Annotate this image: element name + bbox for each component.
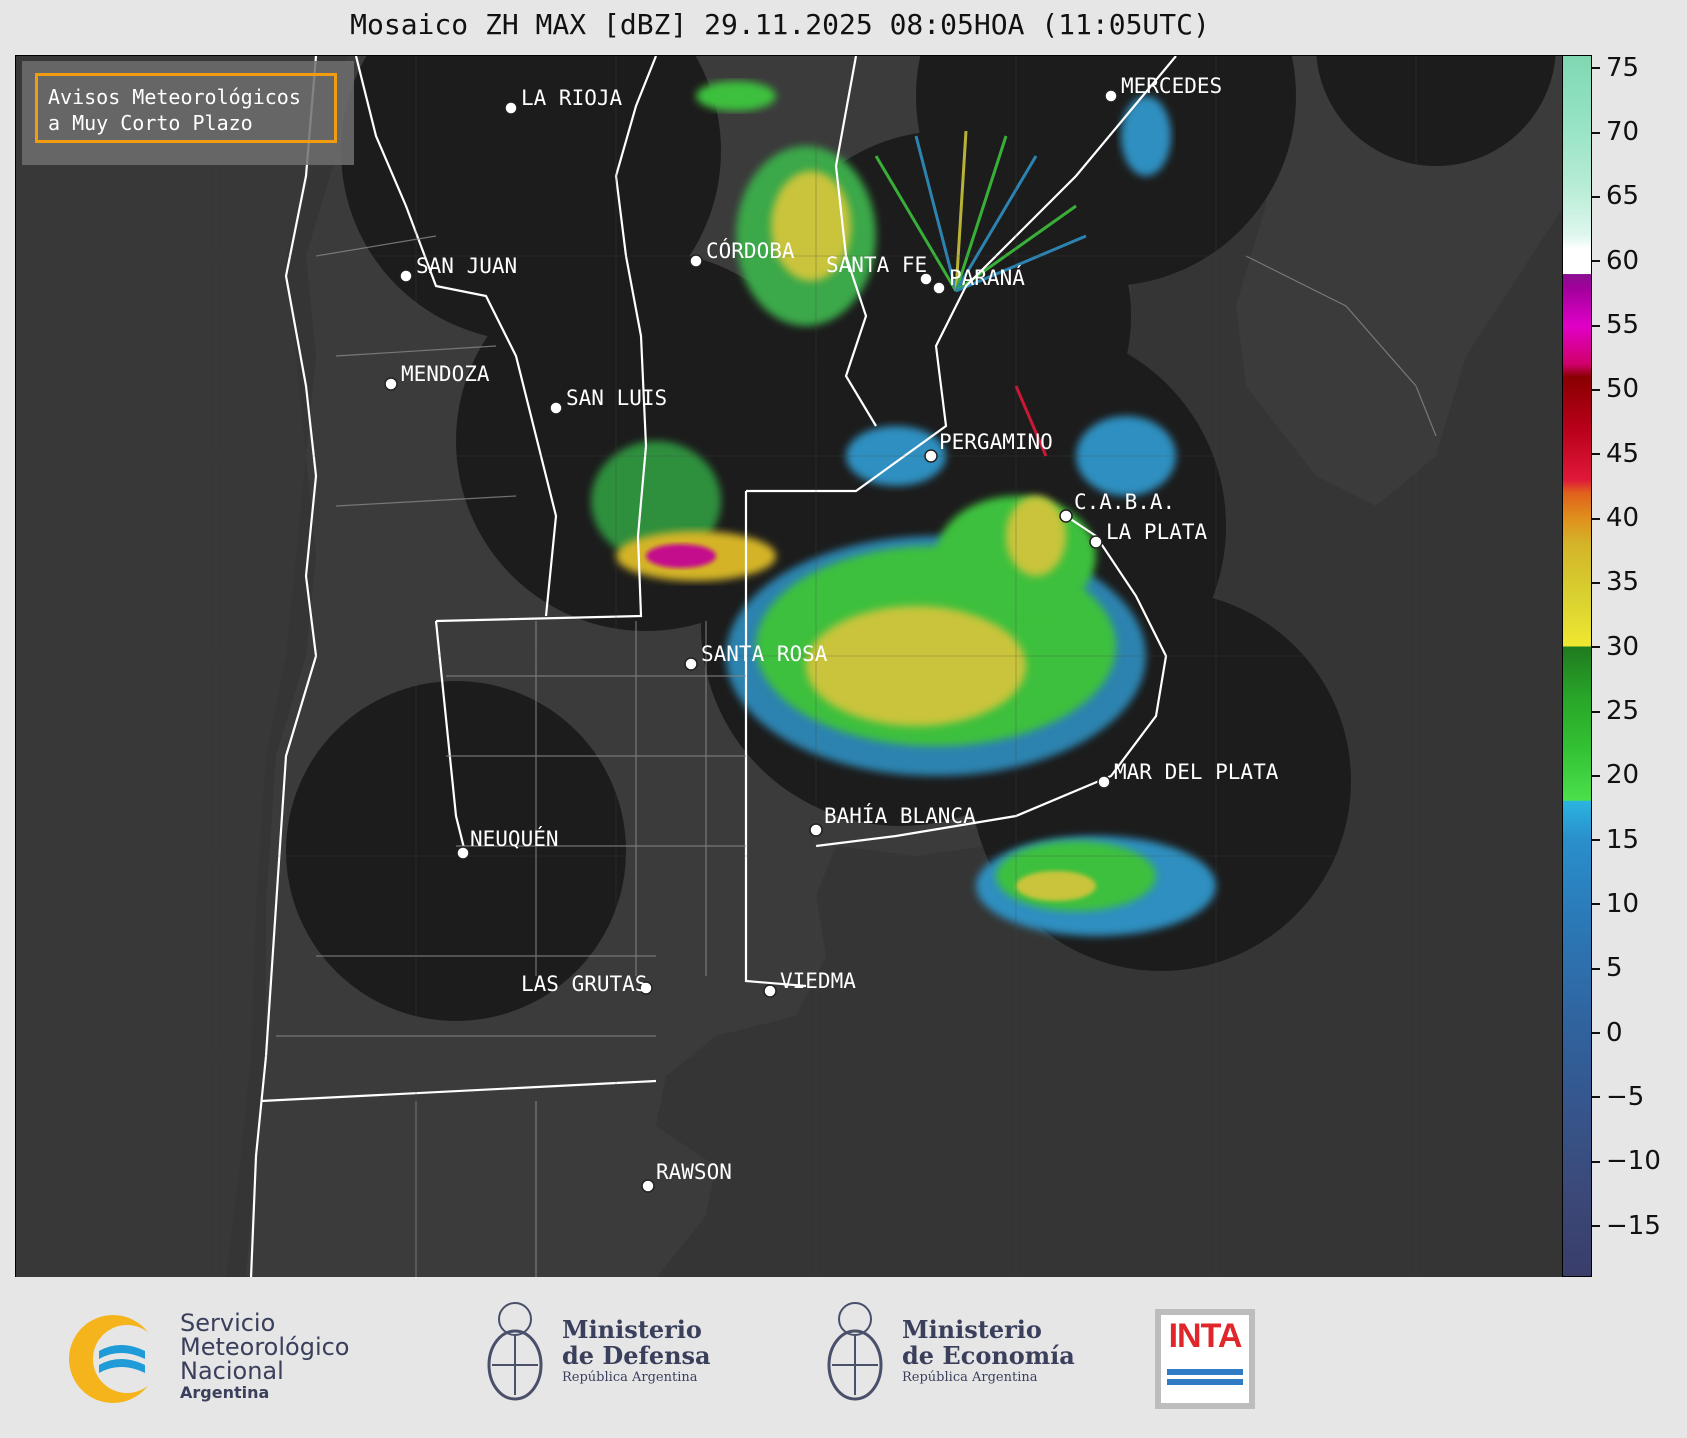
city-label: LA PLATA	[1106, 520, 1208, 544]
smn-logo[interactable]: Servicio Meteorológico Nacional Argentin…	[65, 1307, 385, 1407]
city-marker[interactable]	[763, 984, 777, 998]
city-label: VIEDMA	[780, 969, 856, 993]
map-title: Mosaico ZH MAX [dBZ] 29.11.2025 08:05HOA…	[350, 8, 1210, 41]
city-label: MERCEDES	[1121, 74, 1222, 98]
city-label: SAN JUAN	[416, 254, 517, 278]
city-marker[interactable]	[924, 449, 938, 463]
warnings-line-2: a Muy Corto Plazo	[48, 111, 253, 135]
city-label: CÓRDOBA	[706, 238, 795, 263]
city-marker[interactable]	[932, 281, 946, 295]
city-label: BAHÍA BLANCA	[824, 803, 976, 828]
colorbar-tick-label: 5	[1592, 953, 1623, 983]
warnings-line-1: Avisos Meteorológicos	[48, 85, 301, 109]
city-label: LA RIOJA	[521, 86, 623, 110]
city-label: RAWSON	[656, 1160, 732, 1184]
city-label: NEUQUÉN	[470, 826, 559, 851]
city-label: MAR DEL PLATA	[1114, 760, 1279, 784]
colorbar-tick-label: 55	[1592, 310, 1639, 340]
coat-of-arms-icon	[487, 1302, 543, 1401]
colorbar-tick-label: 10	[1592, 889, 1639, 919]
warnings-box[interactable]: Avisos Meteorológicos a Muy Corto Plazo	[22, 61, 354, 165]
city-label: LAS GRUTAS	[521, 972, 647, 996]
city-marker[interactable]	[549, 401, 563, 415]
colorbar-tick-label: 65	[1592, 181, 1639, 211]
colorbar-tick-label: 25	[1592, 696, 1639, 726]
city-label: SANTA ROSA	[701, 642, 828, 666]
city-marker[interactable]	[456, 846, 470, 860]
colorbar-tick-label: −10	[1592, 1146, 1661, 1176]
city-label: PERGAMINO	[939, 430, 1053, 454]
defensa-line-1: Ministerio	[562, 1315, 702, 1344]
colorbar-tick-label: 75	[1592, 53, 1639, 83]
city-marker[interactable]	[689, 254, 703, 268]
coat-of-arms-icon	[827, 1302, 883, 1401]
colorbar-tick-label: 70	[1592, 117, 1639, 147]
colorbar-tick-label: 15	[1592, 825, 1639, 855]
defensa-logo[interactable]: Ministerio de Defensa República Argentin…	[480, 1295, 740, 1415]
city-label: SAN LUIS	[566, 386, 667, 410]
colorbar-tick-label: 30	[1592, 632, 1639, 662]
city-marker[interactable]	[504, 101, 518, 115]
colorbar-tick-label: 40	[1592, 503, 1639, 533]
colorbar-tick-label: 20	[1592, 760, 1639, 790]
colorbar-tick-label: 45	[1592, 439, 1639, 469]
city-marker[interactable]	[1059, 509, 1073, 523]
city-marker[interactable]	[1097, 775, 1111, 789]
city-marker[interactable]	[399, 269, 413, 283]
colorbar-tick-label: 60	[1592, 246, 1639, 276]
footer-logos: Servicio Meteorológico Nacional Argentin…	[0, 1277, 1687, 1438]
city-marker[interactable]	[384, 377, 398, 391]
smn-line-2: Meteorológico	[180, 1333, 350, 1361]
city-marker[interactable]	[809, 823, 823, 837]
smn-line-1: Servicio	[180, 1309, 276, 1337]
smn-line-3: Nacional	[180, 1357, 284, 1385]
city-label: PARANÁ	[949, 265, 1025, 290]
radar-map[interactable]: LA RIOJA MERCEDES CÓRDOBA SAN JUAN SANTA FE P…	[15, 55, 1565, 1279]
city-label: MENDOZA	[401, 362, 490, 386]
colorbar-tick-label: 35	[1592, 567, 1639, 597]
city-marker[interactable]	[641, 1179, 655, 1193]
colorbar	[1562, 55, 1592, 1277]
colorbar-tick-label: −15	[1592, 1211, 1661, 1241]
colorbar-tick-label: 50	[1592, 374, 1639, 404]
smn-line-4: Argentina	[180, 1383, 270, 1402]
colorbar-ticks: 75 70 65 60 55 50 45 40 35 30 25 20 15 10 5 0 −5 −10 −15	[1592, 53, 1687, 1277]
city-marker[interactable]	[684, 657, 698, 671]
smn-emblem-icon	[69, 1315, 161, 1403]
city-marker[interactable]	[1089, 535, 1103, 549]
radar-map-canvas: LA RIOJA MERCEDES CÓRDOBA SAN JUAN SANTA FE P…	[16, 56, 1564, 1278]
inta-logo[interactable]: INTA	[1155, 1309, 1255, 1409]
economia-line-2: de Economía	[902, 1341, 1075, 1370]
defensa-line-3: República Argentina	[562, 1370, 698, 1385]
colorbar-tick-label: 0	[1592, 1018, 1623, 1048]
inta-label: INTA	[1168, 1317, 1243, 1355]
economia-logo[interactable]: Ministerio de Economía República Argenti…	[820, 1295, 1080, 1415]
economia-line-3: República Argentina	[902, 1370, 1038, 1385]
city-label: C.A.B.A.	[1074, 490, 1175, 514]
economia-line-1: Ministerio	[902, 1315, 1042, 1344]
colorbar-tick-label: −5	[1592, 1082, 1644, 1112]
defensa-line-2: de Defensa	[562, 1341, 711, 1370]
city-marker[interactable]	[1104, 89, 1118, 103]
city-label: SANTA FE	[826, 253, 927, 277]
